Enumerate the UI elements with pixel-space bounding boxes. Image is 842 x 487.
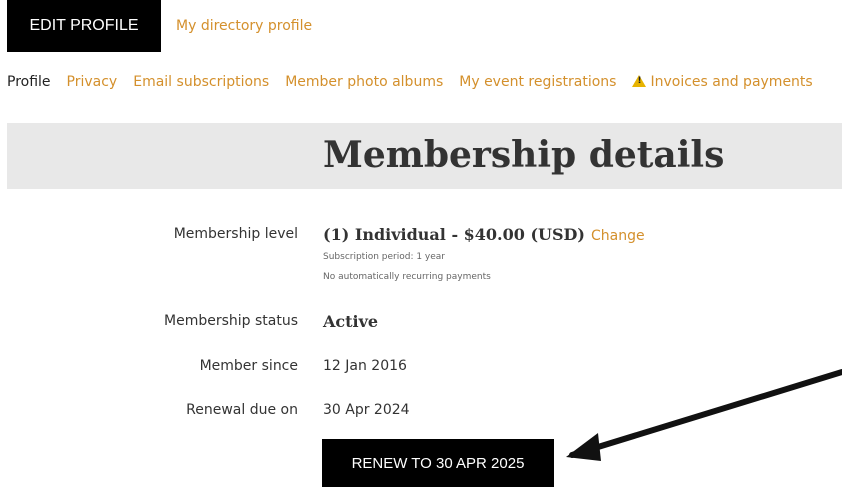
pointer-arrow-icon bbox=[566, 369, 842, 461]
